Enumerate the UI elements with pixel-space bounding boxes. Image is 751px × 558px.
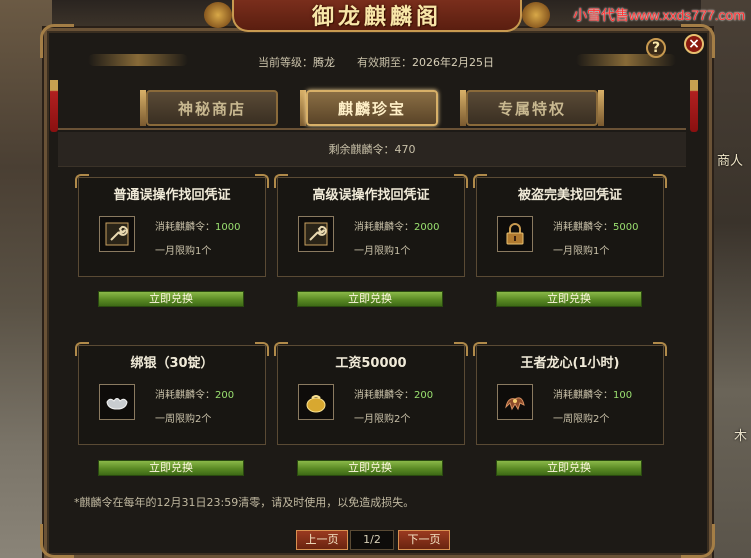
redeem-button[interactable]: 立即兑换	[98, 291, 244, 307]
item-title: 王者龙心(1小时)	[520, 356, 620, 371]
membership-info: 当前等级：腾龙 有效期至：2026年2月25日	[60, 50, 692, 74]
wrench-icon[interactable]	[298, 216, 334, 252]
item-cost-label: 消耗麒麟令：	[553, 222, 613, 233]
dragon-ornament-icon	[204, 2, 232, 28]
wrench-icon[interactable]	[99, 216, 135, 252]
remaining-tokens-value: 470	[394, 142, 416, 156]
item-cost: 消耗麒麟令：1000	[155, 218, 240, 233]
item-cost-value: 100	[613, 390, 633, 401]
item-cost: 消耗麒麟令：5000	[553, 218, 638, 233]
dragon-heart-icon[interactable]	[497, 384, 533, 420]
redeem-button[interactable]: 立即兑换	[297, 291, 443, 307]
padlock-icon[interactable]	[497, 216, 533, 252]
tassel-ornament	[50, 80, 58, 132]
item-cost-label: 消耗麒麟令：	[553, 390, 613, 401]
shop-item-card: 被盗完美找回凭证 消耗麒麟令：5000 一月限购1个	[473, 174, 667, 277]
gold-bag-icon[interactable]	[298, 384, 334, 420]
item-cost: 消耗麒麟令：200	[155, 386, 234, 401]
remaining-tokens-label: 剩余麒麟令：	[328, 143, 395, 156]
item-purchase-limit: 一月限购1个	[553, 246, 610, 257]
item-cost: 消耗麒麟令：200	[354, 386, 433, 401]
remaining-tokens: 剩余麒麟令： 470	[58, 132, 686, 167]
tab-exclusive-privilege[interactable]: 专属特权	[466, 90, 598, 126]
redeem-button[interactable]: 立即兑换	[297, 460, 443, 476]
redeem-button[interactable]: 立即兑换	[496, 460, 642, 476]
item-cost-label: 消耗麒麟令：	[155, 390, 215, 401]
item-cost-label: 消耗麒麟令：	[155, 222, 215, 233]
item-title: 工资50000	[335, 356, 407, 371]
item-purchase-limit: 一月限购1个	[354, 246, 411, 257]
item-cost-value: 1000	[215, 222, 241, 233]
item-cost-label: 消耗麒麟令：	[354, 390, 414, 401]
window-title: 御龙麒麟阁	[311, 4, 442, 30]
npc-name-label: 商人	[716, 154, 743, 169]
frame-corner-ornament	[40, 524, 74, 558]
next-page-button[interactable]: 下一页	[398, 530, 450, 550]
title-plaque: 御龙麒麟阁	[232, 0, 522, 32]
item-title: 高级误操作找回凭证	[312, 188, 430, 203]
item-cost-value: 200	[215, 390, 235, 401]
item-cost-value: 2000	[414, 222, 440, 233]
item-purchase-limit: 一周限购2个	[553, 414, 610, 425]
item-cost-value: 200	[414, 390, 434, 401]
prev-page-button[interactable]: 上一页	[296, 530, 348, 550]
frame-corner-ornament	[681, 524, 715, 558]
dragon-ornament-icon	[522, 2, 550, 28]
item-cost: 消耗麒麟令：100	[553, 386, 632, 401]
item-title: 普通误操作找回凭证	[113, 188, 231, 203]
tab-mystery-shop[interactable]: 神秘商店	[146, 90, 278, 126]
expiry-date: 有效期至：2026年2月25日	[357, 54, 494, 70]
reset-footnote: *麒麟令在每年的12月31日23:59清零，请及时使用，以免造成损失。	[74, 496, 415, 509]
redeem-button[interactable]: 立即兑换	[98, 460, 244, 476]
current-level-value: 腾龙	[313, 56, 335, 69]
item-title: 绑银（30锭）	[130, 356, 214, 371]
shop-item-card: 普通误操作找回凭证 消耗麒麟令：1000 一月限购1个	[75, 174, 269, 277]
current-level-label: 当前等级：	[258, 56, 313, 69]
item-cost-label: 消耗麒麟令：	[354, 222, 414, 233]
expiry-date-label: 有效期至：	[357, 56, 412, 69]
npc-name-label-partial: 木	[733, 429, 747, 444]
item-title: 被盗完美找回凭证	[517, 188, 622, 203]
shop-item-card: 绑银（30锭） 消耗麒麟令：200 一周限购2个	[75, 342, 269, 445]
tassel-ornament	[690, 80, 698, 132]
shop-item-card: 王者龙心(1小时) 消耗麒麟令：100 一周限购2个	[473, 342, 667, 445]
watermark: 小雪代售www.xxds777.com	[573, 7, 745, 23]
current-level: 当前等级：腾龙	[258, 54, 335, 70]
shop-item-card: 工资50000 消耗麒麟令：200 一月限购2个	[274, 342, 468, 445]
shop-item-card: 高级误操作找回凭证 消耗麒麟令：2000 一月限购1个	[274, 174, 468, 277]
tab-divider	[58, 128, 686, 130]
tab-pillar	[598, 90, 604, 126]
tab-qilin-treasure[interactable]: 麒麟珍宝	[306, 90, 438, 126]
page-indicator: 1/2	[350, 530, 394, 550]
item-cost-value: 5000	[613, 222, 639, 233]
item-purchase-limit: 一月限购1个	[155, 246, 212, 257]
redeem-button[interactable]: 立即兑换	[496, 291, 642, 307]
silver-ingot-icon[interactable]	[99, 384, 135, 420]
expiry-date-value: 2026年2月25日	[412, 56, 494, 69]
item-purchase-limit: 一周限购2个	[155, 414, 212, 425]
item-purchase-limit: 一月限购2个	[354, 414, 411, 425]
item-cost: 消耗麒麟令：2000	[354, 218, 439, 233]
